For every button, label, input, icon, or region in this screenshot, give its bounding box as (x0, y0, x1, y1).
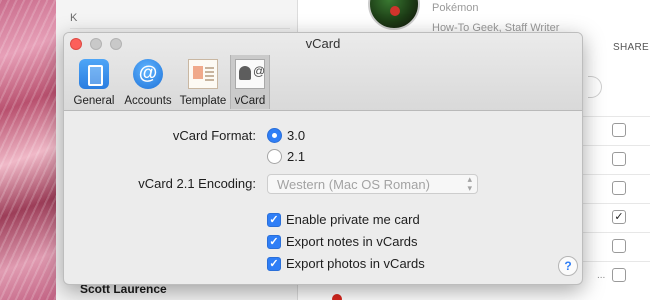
template-card-icon (188, 59, 218, 89)
preferences-toolbar: vCard General @ Accounts Template @ vCar… (64, 33, 582, 111)
tab-label: General (73, 95, 115, 107)
contact-avatar (368, 0, 420, 30)
vcard-format-label: vCard Format: (172, 128, 256, 143)
background-checkbox[interactable]: ✓ (612, 210, 626, 224)
checkbox-label: Enable private me card (286, 212, 420, 227)
status-dot (332, 294, 342, 300)
vcard-person-icon: @ (235, 59, 265, 89)
tab-label: vCard (234, 95, 266, 107)
at-sign-icon: @ (133, 59, 163, 89)
encoding-value: Western (Mac OS Roman) (277, 177, 430, 192)
tab-accounts[interactable]: @ Accounts (120, 55, 176, 109)
window-title: vCard (305, 36, 341, 51)
background-checkbox[interactable] (612, 152, 626, 166)
radio-button[interactable] (267, 149, 282, 164)
contact-nickname: Pokémon (432, 2, 479, 14)
background-ellipsis: ... (597, 270, 606, 281)
radio-label: 2.1 (287, 149, 306, 164)
contacts-section-letter: K (70, 12, 78, 24)
tab-label: Accounts (124, 95, 172, 107)
encoding-label: vCard 2.1 Encoding: (138, 176, 256, 191)
preferences-body: vCard Format: 3.0 2.1 vCard 2.1 Encoding… (64, 112, 582, 284)
tab-template[interactable]: Template (176, 55, 230, 109)
background-checkbox[interactable] (612, 181, 626, 195)
radio-button[interactable] (267, 128, 282, 143)
share-button[interactable]: SHARE (613, 42, 649, 53)
general-switch-icon (79, 59, 109, 89)
checkbox-label: Export notes in vCards (286, 234, 418, 249)
vcard-preferences-window: vCard General @ Accounts Template @ vCar… (63, 32, 583, 285)
contacts-list-divider (70, 28, 290, 29)
checkmark-icon[interactable]: ✓ (267, 213, 281, 227)
radio-label: 3.0 (287, 128, 306, 143)
tab-general[interactable]: General (68, 55, 120, 109)
background-checkbox[interactable] (612, 239, 626, 253)
background-checkbox[interactable] (612, 123, 626, 137)
background-checkbox[interactable] (612, 268, 626, 282)
checkbox-label: Export photos in vCards (286, 256, 425, 271)
tab-label: Template (179, 95, 227, 107)
search-field[interactable] (588, 76, 602, 98)
checkmark-icon[interactable]: ✓ (267, 235, 281, 249)
chevron-updown-icon: ▴ ▾ (467, 174, 472, 193)
encoding-select[interactable]: Western (Mac OS Roman) ▴ ▾ (267, 174, 478, 194)
tab-vcard[interactable]: @ vCard (230, 55, 270, 109)
help-button[interactable]: ? (558, 256, 578, 276)
checkmark-icon[interactable]: ✓ (267, 257, 281, 271)
desktop-wallpaper (0, 0, 56, 300)
